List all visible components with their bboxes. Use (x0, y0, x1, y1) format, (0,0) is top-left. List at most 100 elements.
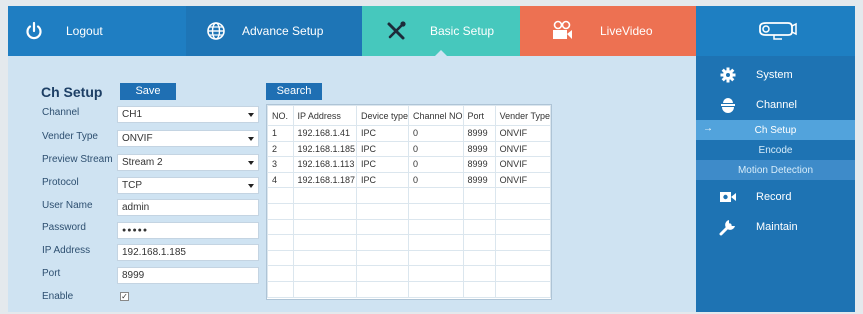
empty-row (267, 234, 551, 251)
chevron-down-icon (248, 184, 254, 188)
preview-stream-label: Preview Stream (42, 154, 113, 165)
channel-value: CH1 (122, 109, 143, 120)
password-input[interactable]: ●●●●● (117, 222, 259, 239)
channel-label: Channel (42, 107, 80, 118)
table-cell: ONVIF (494, 140, 551, 158)
sidebar-item-record[interactable]: Record (696, 182, 855, 212)
sidebar-item-encode[interactable]: Encode (696, 140, 855, 160)
table-cell: IPC (355, 125, 410, 142)
camera-logo-icon (754, 19, 798, 44)
brand-logo (696, 6, 855, 56)
power-icon (22, 19, 46, 43)
sidebar-item-label: Ch Setup (754, 124, 797, 136)
tab-basic-setup[interactable]: Basic Setup (362, 6, 520, 57)
table-cell: 3 (267, 156, 294, 173)
table-cell: 8999 (462, 156, 496, 173)
table-cell: 192.168.1.185 (292, 140, 357, 158)
ch-setup-panel: Ch Setup Save Search Channel CH1 Vender … (8, 56, 696, 312)
table-cell: 192.168.1.41 (292, 125, 357, 142)
user-name-input[interactable]: admin (117, 199, 259, 216)
column-header: Vender Type (494, 105, 551, 126)
vender-type-label: Vender Type (42, 131, 98, 142)
table-cell: 0 (408, 140, 464, 158)
table-row[interactable]: 2 192.168.1.185 IPC 0 8999 ONVIF (267, 140, 551, 158)
sidebar-item-channel[interactable]: Channel (696, 90, 855, 120)
table-cell: 192.168.1.187 (292, 171, 357, 189)
globe-icon (204, 19, 228, 43)
table-cell: 8999 (462, 171, 496, 189)
empty-row (267, 280, 551, 298)
chevron-down-icon (248, 137, 254, 141)
preview-stream-select[interactable]: Stream 2 (117, 154, 259, 171)
table-row[interactable]: 3 192.168.1.113 IPC 0 8999 ONVIF (267, 156, 551, 173)
ip-address-label: IP Address (42, 245, 91, 256)
tab-live-video-label: LiveVideo (600, 24, 653, 38)
table-cell: 192.168.1.113 (292, 156, 357, 173)
sidebar-item-label: Maintain (756, 221, 798, 233)
column-header: Device type (355, 105, 410, 126)
sidebar-item-motion-detection[interactable]: Motion Detection (696, 160, 855, 180)
table-cell: IPC (355, 140, 410, 158)
video-camera-icon (550, 19, 574, 43)
channel-select[interactable]: CH1 (117, 106, 259, 123)
protocol-select[interactable]: TCP (117, 177, 259, 194)
table-cell: 0 (408, 156, 464, 173)
vender-type-select[interactable]: ONVIF (117, 130, 259, 147)
table-row[interactable]: 4 192.168.1.187 IPC 0 8999 ONVIF (267, 171, 551, 189)
table-cell: IPC (355, 171, 410, 189)
top-nav: Logout Advance Setup Basic Setup LiveVid… (8, 6, 855, 57)
user-name-label: User Name (42, 200, 93, 211)
tab-live-video[interactable]: LiveVideo (520, 6, 696, 56)
port-label: Port (42, 268, 61, 279)
sidebar-item-label: System (756, 69, 793, 81)
sidebar-item-ch-setup[interactable]: → Ch Setup (696, 120, 855, 140)
gear-icon (718, 67, 738, 83)
search-button[interactable]: Search (266, 83, 322, 100)
table-cell: 1 (267, 125, 294, 142)
empty-row (267, 187, 551, 204)
port-input[interactable]: 8999 (117, 267, 259, 284)
sidebar: System Channel → Ch Setup Encode Motion … (696, 56, 855, 312)
tab-advance-setup-label: Advance Setup (242, 24, 324, 38)
sidebar-item-maintain[interactable]: Maintain (696, 212, 855, 242)
column-header: Channel NO (408, 105, 464, 126)
record-camera-icon (718, 190, 738, 204)
protocol-label: Protocol (42, 177, 79, 188)
table-row[interactable]: 1 192.168.1.41 IPC 0 8999 ONVIF (267, 125, 551, 142)
sidebar-item-label: Motion Detection (737, 164, 814, 176)
table-cell: 4 (267, 171, 294, 189)
table-cell: 0 (408, 171, 464, 189)
table-cell: ONVIF (494, 125, 551, 142)
tab-advance-setup[interactable]: Advance Setup (186, 6, 362, 56)
ip-address-input[interactable]: 192.168.1.185 (117, 244, 259, 261)
table-cell: ONVIF (494, 156, 551, 173)
sidebar-item-label: Channel (756, 99, 797, 111)
sidebar-item-label: Record (756, 191, 792, 203)
empty-row (267, 249, 551, 267)
page-title: Ch Setup (41, 84, 103, 100)
device-table: NO. IP Address Device type Channel NO Po… (266, 104, 552, 300)
empty-row (267, 202, 551, 220)
table-cell: IPC (355, 156, 410, 173)
column-header: IP Address (292, 105, 357, 126)
app-frame: Logout Advance Setup Basic Setup LiveVid… (8, 6, 855, 312)
wrench-icon (718, 218, 738, 236)
chevron-down-icon (248, 113, 254, 117)
arrow-right-icon: → (703, 123, 713, 134)
vender-type-value: ONVIF (122, 133, 153, 144)
sidebar-item-system[interactable]: System (696, 60, 855, 90)
table-cell: ONVIF (494, 171, 551, 189)
table-cell: 0 (408, 125, 464, 142)
tab-logout[interactable]: Logout (8, 6, 186, 56)
tab-basic-setup-label: Basic Setup (430, 24, 495, 38)
empty-row (267, 265, 551, 282)
save-button[interactable]: Save (120, 83, 176, 100)
table-cell: 8999 (462, 140, 496, 158)
protocol-value: TCP (122, 180, 142, 191)
tools-icon (384, 19, 408, 43)
column-header: NO. (267, 105, 294, 126)
sidebar-item-label: Encode (758, 144, 793, 156)
preview-stream-value: Stream 2 (122, 157, 163, 168)
enable-checkbox[interactable]: ✓ (120, 292, 129, 301)
table-header-row: NO. IP Address Device type Channel NO Po… (267, 105, 551, 126)
